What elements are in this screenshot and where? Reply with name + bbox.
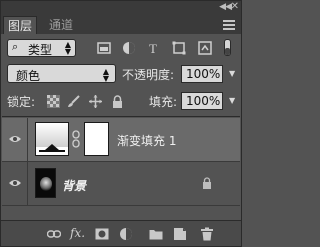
new-layer-icon[interactable] (173, 227, 187, 241)
pixel-layer-filter-icon[interactable] (97, 41, 111, 55)
search-icon: ⌕ (12, 40, 19, 53)
layer-mask-thumbnail[interactable] (84, 122, 109, 156)
close-panel-icon[interactable]: ✕ (231, 1, 239, 12)
visibility-toggle[interactable] (2, 162, 28, 206)
add-mask-icon[interactable] (95, 227, 109, 241)
updown-arrows-icon: ▲ ▼ (102, 67, 109, 83)
chain-link-icon[interactable] (72, 130, 80, 148)
background-thumbnail[interactable] (35, 168, 56, 198)
layer-name[interactable]: 背景 (62, 177, 86, 194)
updown-arrows-icon: ▲ ▼ (64, 40, 71, 56)
shape-layer-filter-icon[interactable] (172, 41, 186, 55)
fill-input[interactable]: 100% (181, 92, 223, 110)
filter-kind-label: 类型 (28, 43, 53, 57)
panel-menu-icon[interactable] (223, 20, 235, 30)
lock-transparency-icon[interactable] (47, 95, 60, 108)
layer-name[interactable]: 渐变填充 1 (117, 132, 176, 149)
layer-row-gradient-fill[interactable]: 渐变填充 1 (2, 118, 240, 162)
layer-style-icon[interactable]: fx. (70, 226, 85, 240)
opacity-input[interactable]: 100% (181, 65, 223, 83)
smart-object-filter-icon[interactable] (198, 41, 212, 55)
filter-row: ⌕ 类型 ▲ ▼ T (1, 34, 241, 58)
layers-panel: ◀◀ ✕ 图层 通道 ⌕ 类型 ▲ ▼ T 颜色 ▲ ▼ 不透明度: 100% … (0, 0, 242, 247)
blend-row: 颜色 ▲ ▼ 不透明度: 100% ▼ (1, 61, 241, 85)
layer-row-background[interactable]: 背景 (2, 162, 240, 206)
layer-lock-icon (203, 177, 211, 189)
filter-toggle-switch[interactable] (224, 39, 231, 56)
visibility-toggle[interactable] (2, 118, 28, 162)
link-layers-icon[interactable] (47, 227, 61, 241)
blend-mode-select[interactable]: 颜色 ▲ ▼ (7, 64, 116, 83)
type-glyph: T (149, 41, 157, 55)
opacity-label: 不透明度: (122, 68, 175, 82)
lock-row: 锁定: 填充: 100% ▼ (1, 90, 241, 112)
layers-list: 渐变填充 1 背景 (2, 116, 240, 220)
tab-layers[interactable]: 图层 (3, 16, 38, 34)
lock-label: 锁定: (7, 95, 36, 109)
new-group-icon[interactable] (149, 227, 163, 241)
fill-dropdown-icon[interactable]: ▼ (229, 96, 235, 105)
fill-label: 填充: (149, 95, 178, 109)
panel-tabs: 图层 通道 (1, 16, 241, 34)
tab-channels[interactable]: 通道 (45, 16, 77, 34)
opacity-dropdown-icon[interactable]: ▼ (229, 69, 235, 78)
eye-icon[interactable] (9, 178, 21, 188)
panel-bottom-toolbar: fx. (1, 220, 241, 246)
type-layer-filter-icon[interactable]: T (147, 41, 161, 55)
eye-icon[interactable] (9, 134, 21, 144)
delete-layer-icon[interactable] (200, 227, 214, 241)
lock-image-pixels-icon[interactable] (67, 95, 80, 108)
blend-mode-value: 颜色 (16, 69, 41, 83)
lock-all-icon[interactable] (111, 95, 124, 108)
filter-kind-select[interactable]: ⌕ 类型 ▲ ▼ (7, 39, 76, 57)
adjustment-layer-filter-icon[interactable] (122, 41, 136, 55)
collapse-panel-icon[interactable]: ◀◀ (219, 2, 232, 12)
lock-position-icon[interactable] (89, 95, 102, 108)
panel-title-bar: ◀◀ ✕ (1, 1, 241, 16)
adjustment-layer-icon[interactable] (119, 227, 133, 241)
gradient-fill-thumbnail[interactable] (35, 122, 69, 156)
